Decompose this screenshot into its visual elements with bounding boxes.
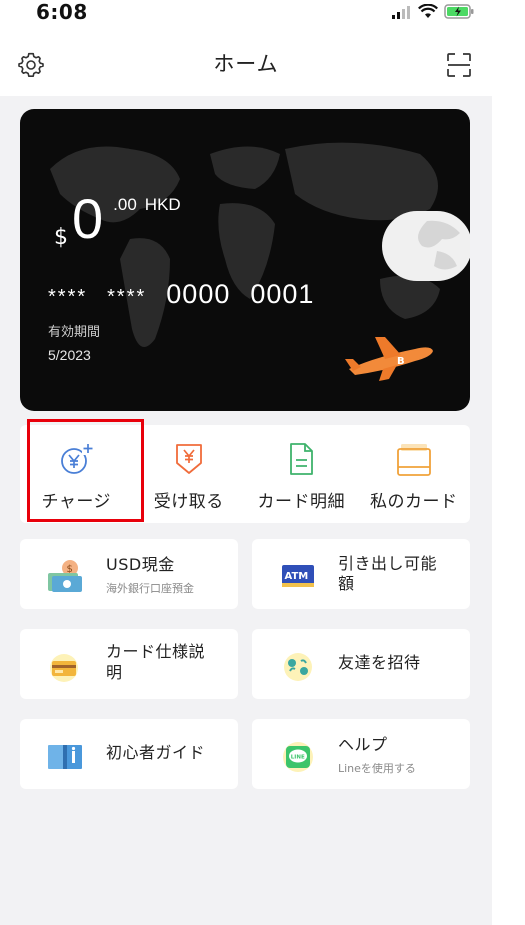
status-bar: 6:08 (0, 0, 492, 34)
statement-icon (283, 441, 319, 477)
withdrawable-title-line1: 引き出し可能 (338, 554, 438, 573)
airplane-icon: B (345, 331, 437, 385)
usd-cash-subtitle: 海外銀行口座預金 (106, 582, 194, 595)
usd-cash-tile[interactable]: $ USD現金 海外銀行口座預金 (20, 539, 238, 609)
withdrawable-amount-tile[interactable]: ATM 引き出し可能 額 (252, 539, 470, 609)
card-spec-title-line2: 明 (106, 663, 123, 682)
usd-cash-icon: $ (46, 559, 82, 592)
receive-label: 受け取る (153, 492, 224, 512)
scan-icon[interactable] (446, 52, 472, 78)
help-subtitle: Lineを使用する (338, 762, 416, 775)
invite-friend-tile[interactable]: 友達を招待 (252, 629, 470, 699)
beginner-guide-tile[interactable]: 初心者ガイド (20, 719, 238, 789)
page-title: ホーム (213, 52, 279, 76)
balance-integer: 0 (72, 187, 104, 250)
line-icon: LINE (278, 739, 314, 772)
status-time: 6:08 (36, 0, 88, 24)
balance-decimal: .00 (113, 195, 137, 214)
balance-card[interactable]: $ 0 .00 HKD **** **** 0000 0001 有効期間 5/2023… (20, 109, 470, 411)
nav-bar: ホーム (0, 34, 492, 96)
receive-button[interactable]: 受け取る (133, 425, 246, 523)
card-number-masked-2: **** (107, 286, 147, 308)
card-number-group-3: 0000 (166, 279, 231, 309)
card-statement-button[interactable]: カード明細 (245, 425, 358, 523)
help-title: ヘルプ (338, 735, 388, 754)
status-icons (392, 3, 474, 23)
battery-charging-icon (444, 4, 474, 23)
wifi-icon (418, 3, 438, 23)
my-card-button[interactable]: 私のカード (358, 425, 471, 523)
charge-highlight-box (27, 419, 144, 522)
card-statement-label: カード明細 (257, 492, 345, 512)
my-card-label: 私のカード (370, 492, 458, 512)
currency-code: HKD (144, 195, 181, 214)
card-wallet-icon (396, 441, 432, 477)
card-number-group-4: 0001 (250, 279, 315, 309)
help-tile[interactable]: LINE ヘルプ Lineを使用する (252, 719, 470, 789)
card-spec-tile[interactable]: カード仕様説 明 (20, 629, 238, 699)
card-spec-icon (46, 649, 82, 682)
withdrawable-title-line2: 額 (338, 574, 355, 593)
expiry-label: 有効期間 (48, 325, 101, 340)
invite-friend-title: 友達を招待 (338, 653, 421, 672)
card-globe-chip (382, 211, 470, 281)
svg-text:LINE: LINE (291, 755, 305, 761)
currency-symbol: $ (54, 225, 68, 250)
home-screen: 6:08 ホーム $ 0 .00 HKD **** **** 0000 0001… (0, 0, 492, 925)
expiry-value: 5/2023 (48, 347, 91, 363)
invite-friend-icon (278, 649, 314, 681)
svg-text:B: B (397, 356, 405, 367)
yen-receive-icon (171, 441, 207, 477)
guide-book-icon (46, 739, 82, 771)
balance-amount: $ 0 .00 HKD (54, 187, 181, 251)
card-number-masked-1: **** (48, 286, 88, 308)
atm-icon: ATM (278, 559, 314, 591)
card-number: **** **** 0000 0001 (48, 279, 314, 310)
card-spec-title-line1: カード仕様説 (106, 642, 206, 661)
signal-icon (392, 4, 412, 23)
beginner-guide-title: 初心者ガイド (106, 743, 206, 762)
usd-cash-title: USD現金 (106, 555, 175, 574)
svg-text:ATM: ATM (285, 571, 309, 582)
